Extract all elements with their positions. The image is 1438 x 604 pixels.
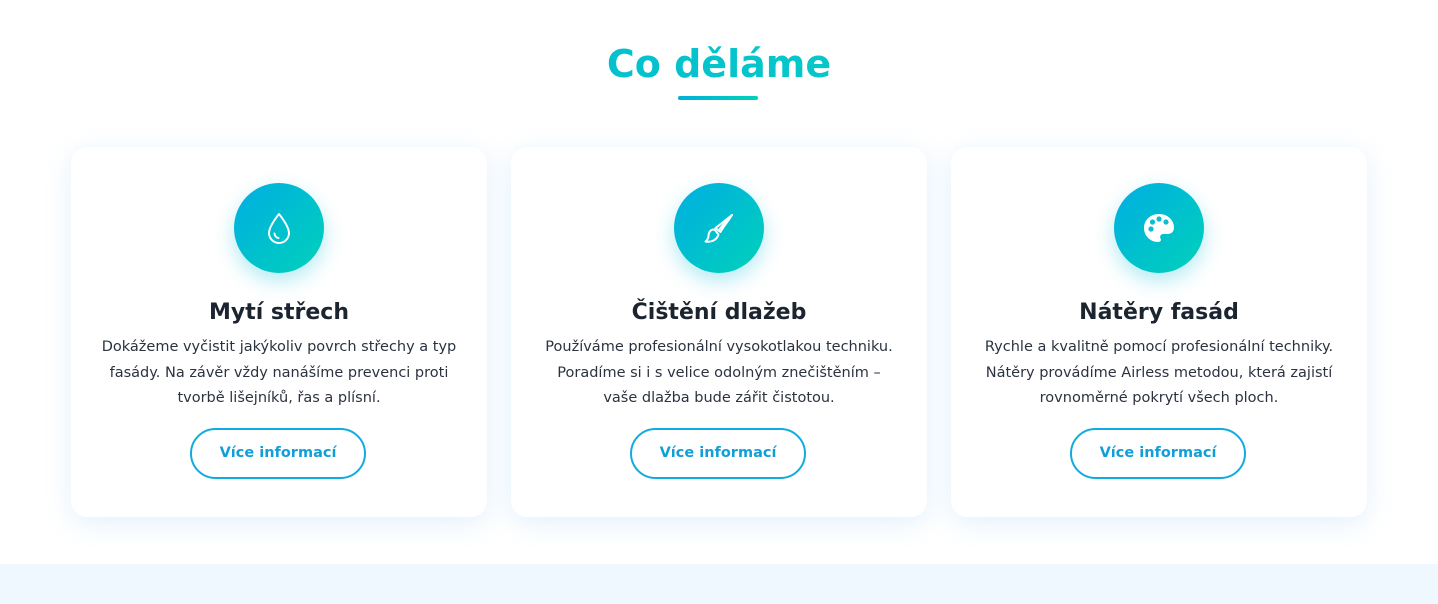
service-description: Dokážeme vyčistit jakýkoliv povrch střec… [101,335,457,412]
description-line: Poradíme si i s velice odolným znečištěn… [557,364,881,381]
service-description: Používáme profesionální vysokotlakou tec… [541,335,897,412]
more-info-button[interactable]: Více informací [1070,428,1246,479]
description-line: Používáme profesionální vysokotlakou tec… [545,339,893,355]
more-info-button[interactable]: Více informací [630,428,806,479]
heading-underline [678,96,758,100]
description-line: rovnoměrné pokrytí všech ploch. [1039,390,1279,406]
service-card-facade-painting: Nátěry fasád Rychle a kvalitně pomocí pr… [951,147,1367,517]
service-title: Mytí střech [208,300,350,325]
description-line: vaše dlažba bude zářit čistotou. [603,390,835,406]
description-line: Nátěry provádíme Airless metodou, která … [985,364,1333,381]
next-section-background [0,564,1438,604]
service-title: Nátěry fasád [1079,300,1239,325]
service-card-paving-cleaning: Čištění dlažeb Používáme profesionální v… [511,147,927,517]
paintbrush-icon [674,183,764,273]
service-card-roof-washing: Mytí střech Dokážeme vyčistit jakýkoliv … [71,147,487,517]
description-line: fasády. Na závěr vždy nanášíme prevenci … [109,364,449,381]
description-line: tvorbě lišejníků, řas a plísní. [177,390,381,406]
services-section: Co děláme Mytí střech Dokážeme vyčistit … [0,0,1438,564]
description-line: Rychle a kvalitně pomocí profesionální t… [984,339,1334,355]
description-line: Dokážeme vyčistit jakýkoliv povrch střec… [101,339,457,355]
service-title: Čištění dlažeb [631,300,807,325]
service-description: Rychle a kvalitně pomocí profesionální t… [981,335,1337,412]
water-drop-icon [234,183,324,273]
more-info-button[interactable]: Více informací [190,428,366,479]
palette-icon [1114,183,1204,273]
section-heading: Co děláme [0,38,1438,90]
